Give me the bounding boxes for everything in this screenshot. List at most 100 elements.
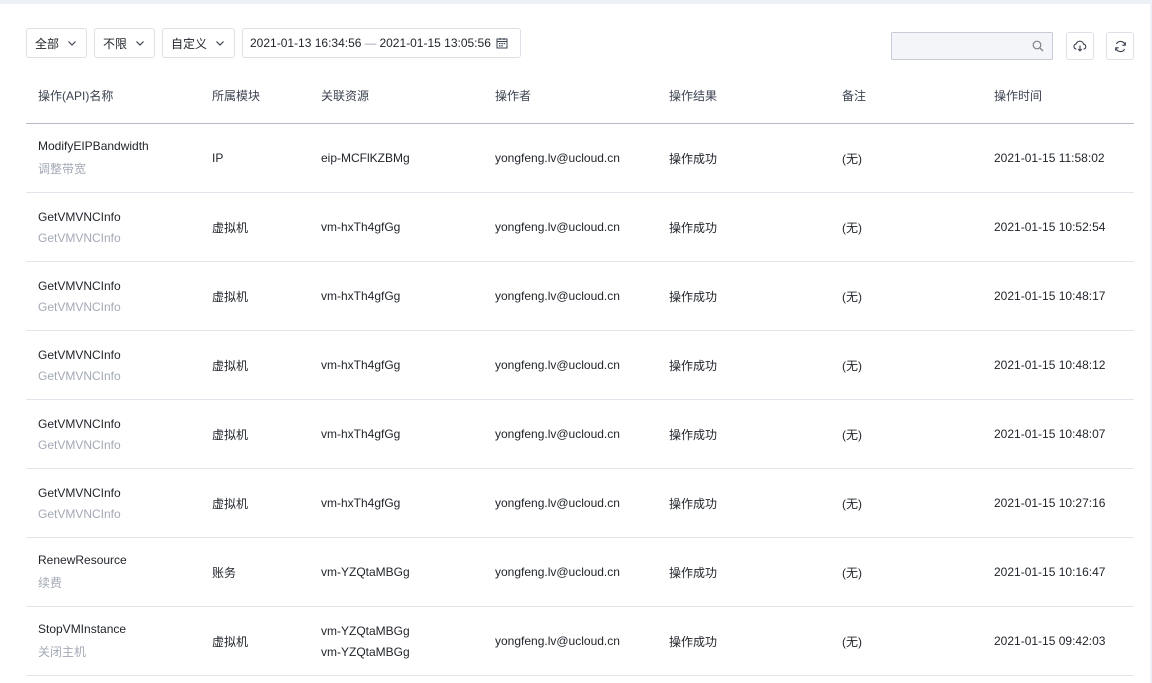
- result-cell: 操作成功: [669, 151, 718, 166]
- date-range-picker[interactable]: 2021-01-13 16:34:56 — 2021-01-15 13:05:5…: [242, 28, 521, 58]
- refresh-button[interactable]: [1106, 32, 1134, 60]
- refresh-icon: [1114, 40, 1126, 52]
- search-input[interactable]: [892, 33, 1028, 59]
- operation-log-panel: 全部 不限 自定义 2021-01-13 16:34:56 — 2021-01-…: [0, 4, 1150, 683]
- column-header-api[interactable]: 操作(API)名称: [38, 76, 113, 124]
- api-description: GetVMVNCInfo: [38, 437, 121, 452]
- result-cell: 操作成功: [669, 496, 718, 511]
- api-description: 调整带宽: [38, 162, 87, 176]
- table-row[interactable]: GetVMVNCInfo GetVMVNCInfo 虚拟机 vm-hxTh4gfGg y…: [26, 193, 1134, 262]
- remark-cell: (无): [842, 151, 862, 166]
- table-row[interactable]: GetVMVNCInfo GetVMVNCInfo 虚拟机 vm-hxTh4gfGg y…: [26, 331, 1134, 400]
- resource-cell: vm-hxTh4gfGg: [321, 331, 400, 399]
- api-description: GetVMVNCInfo: [38, 299, 121, 314]
- search-icon[interactable]: [1032, 40, 1044, 52]
- remark-cell: (无): [842, 634, 862, 649]
- remark-cell: (无): [842, 427, 862, 442]
- operation-log-table: 操作(API)名称 所属模块 关联资源 操作者 操作结果 备注 操作时间 Mod…: [26, 76, 1134, 676]
- resource-id: vm-hxTh4gfGg: [321, 496, 401, 510]
- module-cell: 虚拟机: [212, 289, 249, 304]
- api-description: GetVMVNCInfo: [38, 506, 121, 521]
- module-cell: 账务: [212, 565, 237, 580]
- resource-id: vm-hxTh4gfGg: [321, 427, 401, 441]
- limit-dropdown-label: 不限: [103, 36, 128, 51]
- table-body: ModifyEIPBandwidth 调整带宽 IP eip-MCFlKZBMg yon…: [26, 124, 1134, 676]
- api-description: 关闭主机: [38, 645, 87, 659]
- result-cell: 操作成功: [669, 565, 718, 580]
- remark-cell: (无): [842, 358, 862, 373]
- api-cell: GetVMVNCInfo GetVMVNCInfo: [38, 331, 121, 399]
- limit-dropdown[interactable]: 不限: [94, 28, 155, 58]
- resource-id: eip-MCFlKZBMg: [321, 151, 410, 165]
- api-cell: GetVMVNCInfo GetVMVNCInfo: [38, 193, 121, 261]
- module-cell: 虚拟机: [212, 634, 249, 649]
- table-row[interactable]: ModifyEIPBandwidth 调整带宽 IP eip-MCFlKZBMg yon…: [26, 124, 1134, 193]
- search-box: [891, 32, 1053, 60]
- column-header-remark[interactable]: 备注: [842, 76, 866, 124]
- table-row[interactable]: RenewResource 续费 账务 vm-YZQtaMBGg yongfeng.lv…: [26, 538, 1134, 607]
- api-cell: RenewResource 续费: [38, 538, 127, 606]
- date-end[interactable]: 2021-01-15 13:05:56: [379, 36, 490, 50]
- column-header-result[interactable]: 操作结果: [669, 76, 717, 124]
- table-row[interactable]: StopVMInstance 关闭主机 虚拟机 vm-YZQtaMBGg vm-YZQt…: [26, 607, 1134, 676]
- module-cell: 虚拟机: [212, 220, 249, 235]
- table-row[interactable]: GetVMVNCInfo GetVMVNCInfo 虚拟机 vm-hxTh4gfGg y…: [26, 400, 1134, 469]
- column-header-operator[interactable]: 操作者: [495, 76, 531, 124]
- resource-id: vm-YZQtaMBGg: [321, 644, 410, 659]
- column-header-time[interactable]: 操作时间: [994, 76, 1042, 124]
- operator-cell: yongfeng.lv@ucloud.cn: [495, 634, 620, 648]
- resource-cell: vm-YZQtaMBGg vm-YZQtaMBGg: [321, 607, 410, 675]
- operator-cell: yongfeng.lv@ucloud.cn: [495, 220, 620, 234]
- api-name: GetVMVNCInfo: [38, 278, 121, 293]
- time-cell: 2021-01-15 10:27:16: [994, 496, 1106, 510]
- table-row[interactable]: GetVMVNCInfo GetVMVNCInfo 虚拟机 vm-hxTh4gfGg y…: [26, 469, 1134, 538]
- resource-cell: vm-hxTh4gfGg: [321, 400, 400, 468]
- operator-cell: yongfeng.lv@ucloud.cn: [495, 427, 620, 441]
- api-description: 续费: [38, 576, 63, 590]
- api-name: RenewResource: [38, 553, 127, 567]
- resource-cell: vm-YZQtaMBGg: [321, 538, 410, 606]
- chevron-down-icon: [136, 41, 144, 46]
- api-cell: GetVMVNCInfo GetVMVNCInfo: [38, 469, 121, 537]
- cloud-download-icon: [1073, 40, 1087, 52]
- api-name: GetVMVNCInfo: [38, 209, 121, 224]
- date-start[interactable]: 2021-01-13 16:34:56: [250, 36, 361, 50]
- time-cell: 2021-01-15 10:52:54: [994, 220, 1106, 234]
- table-header: 操作(API)名称 所属模块 关联资源 操作者 操作结果 备注 操作时间: [26, 76, 1134, 124]
- operator-cell: yongfeng.lv@ucloud.cn: [495, 358, 620, 372]
- resource-id: vm-hxTh4gfGg: [321, 289, 401, 303]
- resource-id: vm-YZQtaMBGg: [321, 565, 410, 579]
- time-cell: 2021-01-15 10:48:17: [994, 289, 1106, 303]
- result-cell: 操作成功: [669, 289, 718, 304]
- api-description: GetVMVNCInfo: [38, 368, 121, 383]
- operator-cell: yongfeng.lv@ucloud.cn: [495, 496, 620, 510]
- column-header-resource[interactable]: 关联资源: [321, 76, 369, 124]
- download-button[interactable]: [1066, 32, 1094, 60]
- table-row[interactable]: GetVMVNCInfo GetVMVNCInfo 虚拟机 vm-hxTh4gfGg y…: [26, 262, 1134, 331]
- scope-dropdown[interactable]: 全部: [26, 28, 87, 58]
- remark-cell: (无): [842, 565, 862, 580]
- module-cell: 虚拟机: [212, 358, 249, 373]
- api-cell: StopVMInstance 关闭主机: [38, 607, 126, 675]
- result-cell: 操作成功: [669, 358, 718, 373]
- time-cell: 2021-01-15 10:16:47: [994, 565, 1106, 579]
- column-header-module[interactable]: 所属模块: [212, 76, 260, 124]
- api-name: ModifyEIPBandwidth: [38, 139, 149, 153]
- chevron-down-icon: [68, 41, 76, 46]
- chevron-down-icon: [216, 41, 224, 46]
- remark-cell: (无): [842, 496, 862, 511]
- resource-id: vm-hxTh4gfGg: [321, 358, 401, 372]
- time-cell: 2021-01-15 10:48:12: [994, 358, 1106, 372]
- api-cell: GetVMVNCInfo GetVMVNCInfo: [38, 262, 121, 330]
- resource-cell: eip-MCFlKZBMg: [321, 124, 410, 192]
- range-type-dropdown[interactable]: 自定义: [162, 28, 235, 58]
- api-name: StopVMInstance: [38, 622, 127, 636]
- time-cell: 2021-01-15 11:58:02: [994, 151, 1105, 165]
- resource-cell: vm-hxTh4gfGg: [321, 262, 400, 330]
- remark-cell: (无): [842, 220, 862, 235]
- operator-cell: yongfeng.lv@ucloud.cn: [495, 565, 620, 579]
- scope-dropdown-label: 全部: [35, 36, 60, 51]
- resource-id: vm-hxTh4gfGg: [321, 220, 401, 234]
- operator-cell: yongfeng.lv@ucloud.cn: [495, 289, 620, 303]
- api-description: GetVMVNCInfo: [38, 230, 121, 245]
